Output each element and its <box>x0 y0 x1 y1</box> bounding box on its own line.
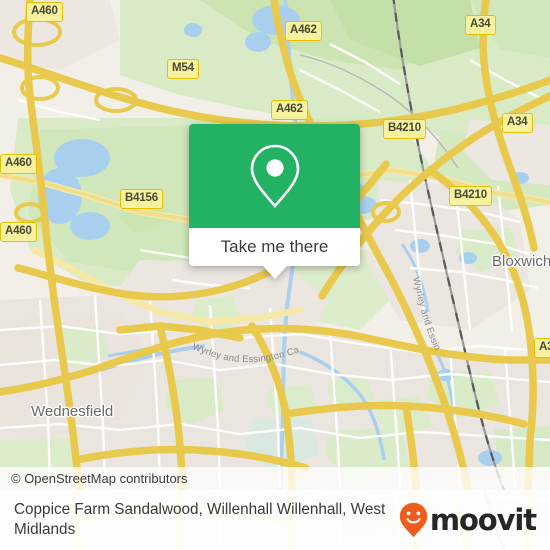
road-shield-a460: A460 <box>0 154 37 174</box>
place-label-wednesfield: Wednesfield <box>31 403 114 420</box>
road-shield-a462: A462 <box>271 100 308 120</box>
road-shield-a34: A34 <box>502 113 533 133</box>
moovit-logo[interactable]: moovit <box>399 502 537 538</box>
callout-body: Take me there <box>189 124 360 266</box>
moovit-smiling-pin-logo <box>399 502 428 538</box>
road-shield-b4210: B4210 <box>449 186 492 206</box>
callout-tail-pointer <box>262 266 287 279</box>
road-shield-a462: A462 <box>285 21 322 41</box>
location-title: Coppice Farm Sandalwood, Willenhall Will… <box>14 501 386 538</box>
callout-image-area <box>189 124 360 228</box>
road-shield-a460: A460 <box>26 2 63 22</box>
place-label-bloxwich: Bloxwich <box>492 253 550 270</box>
road-shield-a34: A34 <box>534 338 550 358</box>
result-footer: Wyrley and Essington Canal Wyrley and Es… <box>0 490 550 550</box>
road-shield-b4210: B4210 <box>383 119 426 139</box>
map-canvas[interactable]: Wyrley and Essington Canal Wyrley and Es… <box>0 0 550 490</box>
road-shield-a34: A34 <box>465 15 496 35</box>
take-me-there-button[interactable]: Take me there <box>189 228 360 266</box>
road-shield-b4156: B4156 <box>120 189 163 209</box>
road-shield-m54: M54 <box>167 59 199 79</box>
moovit-wordmark: moovit <box>429 502 537 537</box>
location-callout-card[interactable]: Take me there <box>189 124 360 279</box>
map-result-screen: Wyrley and Essington Canal Wyrley and Es… <box>0 0 550 550</box>
map-attribution[interactable]: © OpenStreetMap contributors <box>0 467 550 490</box>
map-pin-icon <box>250 144 299 209</box>
footer-content: Coppice Farm Sandalwood, Willenhall Will… <box>0 490 550 550</box>
road-shield-a460: A460 <box>0 222 37 242</box>
